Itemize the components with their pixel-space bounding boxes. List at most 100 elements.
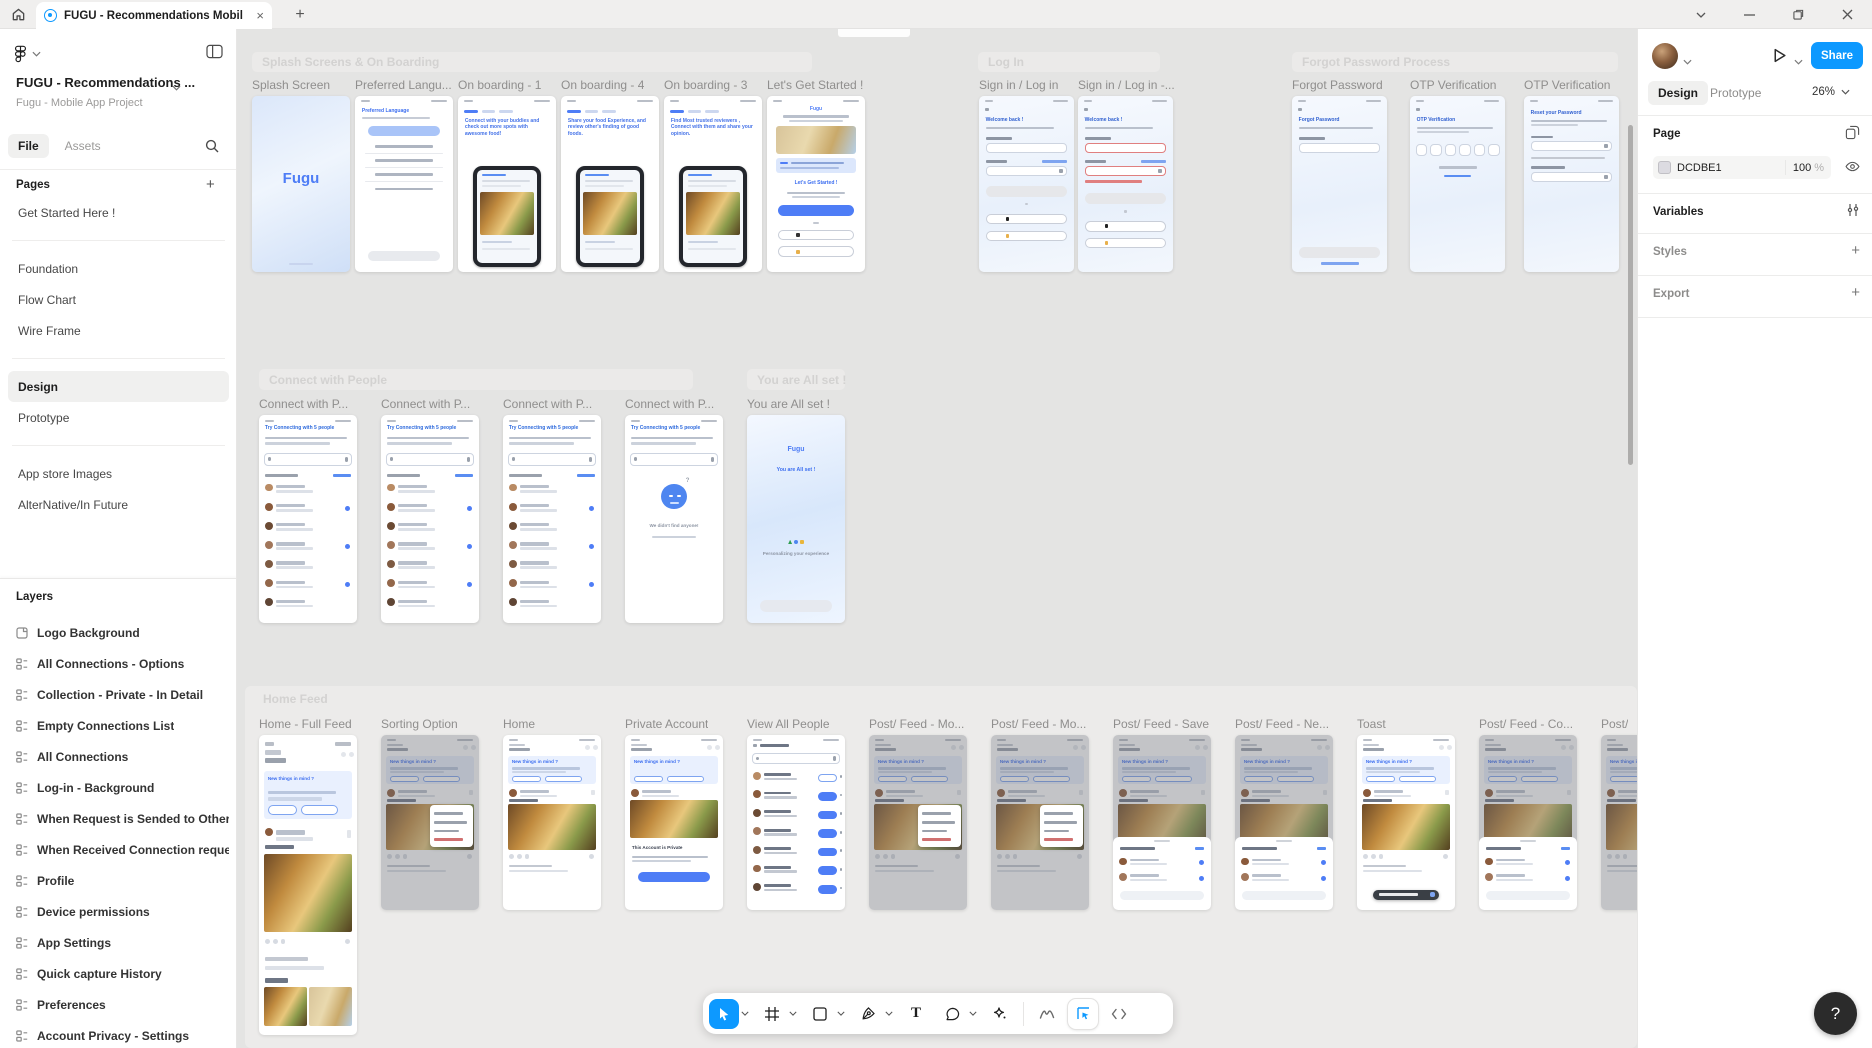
frame-label-you-are-all-set[interactable]: You are All set !: [747, 397, 830, 412]
frame-label-on-boarding-4[interactable]: On boarding - 4: [561, 78, 644, 93]
frame-label-connect-with-p[interactable]: Connect with P...: [259, 397, 348, 412]
canvas-frame-preferred-langu[interactable]: Preferred Language: [355, 96, 453, 272]
comment-tool[interactable]: [937, 999, 967, 1029]
frame-label-post-feed-co[interactable]: Post/ Feed - Co...: [1479, 717, 1573, 732]
page-item-prototype[interactable]: Prototype: [8, 402, 229, 433]
window-close-button[interactable]: [1827, 0, 1867, 29]
layer-item-empty-connections-list[interactable]: Empty Connections List: [8, 710, 237, 741]
pen-tool-chevron-icon[interactable]: [883, 999, 895, 1029]
page-opacity-field[interactable]: 100 %: [1785, 160, 1831, 175]
layer-item-log-in-background[interactable]: Log-in - Background: [8, 772, 237, 803]
canvas-frame-toast[interactable]: New things in mind ?: [1357, 735, 1455, 910]
page-color-swatch[interactable]: [1658, 161, 1671, 174]
frame-label-private-account[interactable]: Private Account: [625, 717, 708, 732]
figma-menu-button[interactable]: [14, 45, 41, 63]
new-tab-button[interactable]: +: [286, 0, 314, 29]
layer-item-all-connections[interactable]: All Connections: [8, 741, 237, 772]
canvas-frame-you-are-all-set[interactable]: FuguYou are All set !Personalizing your …: [747, 415, 845, 623]
section-connect-with-people[interactable]: Connect with People: [259, 369, 693, 390]
section-you-are-all-set[interactable]: You are All set !: [747, 369, 845, 390]
frame-label-on-boarding-1[interactable]: On boarding - 1: [458, 78, 541, 93]
avatar[interactable]: [1652, 43, 1678, 69]
canvas-frame-view-all-people[interactable]: [747, 735, 845, 910]
frame-label-sorting-option[interactable]: Sorting Option: [381, 717, 458, 732]
draw-tool[interactable]: [1032, 999, 1062, 1029]
project-name[interactable]: Fugu - Mobile App Project: [16, 97, 216, 109]
window-restore-button[interactable]: [1778, 0, 1818, 29]
shape-tool-chevron-icon[interactable]: [835, 999, 847, 1029]
frame-label-post-feed-save[interactable]: Post/ Feed - Save: [1113, 717, 1209, 732]
canvas-vertical-scrollbar[interactable]: [1628, 125, 1633, 465]
layer-item-quick-capture-history[interactable]: Quick capture History: [8, 958, 237, 989]
frame-label-let-s-get-started[interactable]: Let's Get Started !: [767, 78, 863, 93]
canvas-frame-otp-verification[interactable]: OTP Verification: [1410, 96, 1505, 272]
frame-label-home-full-feed[interactable]: Home - Full Feed: [259, 717, 352, 732]
add-page-button[interactable]: +: [206, 176, 215, 193]
page-item-alternative-in-future[interactable]: AlterNative/In Future: [8, 489, 229, 520]
frame-label-home[interactable]: Home: [503, 717, 535, 732]
frame-tool[interactable]: [757, 999, 787, 1029]
variables-icon[interactable]: [1846, 203, 1860, 222]
canvas-frame-post-feed-save[interactable]: New things in mind ?: [1113, 735, 1211, 910]
canvas-frame-otp-verification[interactable]: Reset your Password: [1524, 96, 1619, 272]
toggle-sidebar-button[interactable]: [206, 44, 223, 64]
canvas-frame-post-feed-ne[interactable]: New things in mind ?: [1235, 735, 1333, 910]
canvas-frame-let-s-get-started[interactable]: FuguLet's Get Started !: [767, 96, 865, 272]
tab-file[interactable]: File: [8, 134, 49, 158]
pen-tool[interactable]: [853, 999, 883, 1029]
search-button[interactable]: [205, 139, 219, 158]
canvas-frame-post-feed-mo[interactable]: New things in mind ?: [869, 735, 967, 910]
layer-item-logo-background[interactable]: Logo Background: [8, 617, 237, 648]
window-minimize-button[interactable]: [1729, 0, 1769, 29]
canvas-frame-forgot-password[interactable]: Forgot Password: [1292, 96, 1387, 272]
text-tool[interactable]: T: [901, 999, 931, 1029]
canvas-frame-connect-with-p[interactable]: Try Connecting with 5 people: [503, 415, 601, 623]
layer-item-collection-private-in-detail[interactable]: Collection - Private - In Detail: [8, 679, 237, 710]
add-style-button[interactable]: +: [1851, 242, 1860, 259]
canvas-frame-post-feed-co[interactable]: New things in mind ?: [1479, 735, 1577, 910]
section-log-in[interactable]: Log In: [978, 52, 1160, 72]
frame-label-post-feed-mo[interactable]: Post/ Feed - Mo...: [991, 717, 1086, 732]
account-chevron-icon[interactable]: [1683, 52, 1692, 70]
window-menu-chevron-icon[interactable]: [1681, 0, 1721, 29]
frame-label-post[interactable]: Post/: [1601, 717, 1628, 732]
section-forgot-password-process[interactable]: Forgot Password Process: [1292, 52, 1618, 72]
canvas-frame-connect-with-p[interactable]: Try Connecting with 5 people?We didn't f…: [625, 415, 723, 623]
layer-item-when-request-is-sended-to-other-pro[interactable]: When Request is Sended to Other Pro: [8, 803, 237, 834]
canvas-frame-connect-with-p[interactable]: Try Connecting with 5 people: [381, 415, 479, 623]
canvas-frame-splash-screen[interactable]: Fugu: [252, 96, 350, 272]
canvas-frame-on-boarding-3[interactable]: Find Most trusted reviewers , Connect wi…: [664, 96, 762, 272]
add-export-button[interactable]: +: [1851, 284, 1860, 301]
partial-frame-above[interactable]: [838, 29, 910, 37]
frame-label-post-feed-mo[interactable]: Post/ Feed - Mo...: [869, 717, 964, 732]
frame-label-otp-verification[interactable]: OTP Verification: [1410, 78, 1496, 93]
present-options-chevron-icon[interactable]: [1794, 52, 1803, 70]
page-item-flow-chart[interactable]: Flow Chart: [8, 284, 229, 315]
tab-close-icon[interactable]: ×: [256, 9, 264, 22]
comment-tool-chevron-icon[interactable]: [967, 999, 979, 1029]
file-name-title[interactable]: FUGU - Recommendations ...: [16, 75, 196, 90]
page-item-wire-frame[interactable]: Wire Frame: [8, 315, 229, 346]
section-splash-screens-on-boarding[interactable]: Splash Screens & On Boarding: [252, 52, 812, 72]
actions-tool[interactable]: [985, 999, 1015, 1029]
page-color-hex[interactable]: DCDBE1: [1677, 162, 1785, 174]
layer-item-when-received-connection-request[interactable]: When Received Connection request: [8, 834, 237, 865]
tab-prototype[interactable]: Prototype: [1700, 81, 1771, 105]
help-button[interactable]: ?: [1814, 992, 1857, 1035]
layer-item-account-privacy-settings[interactable]: Account Privacy - Settings: [8, 1020, 237, 1048]
layer-item-profile[interactable]: Profile: [8, 865, 237, 896]
file-tab[interactable]: FUGU - Recommendations Mobil ×: [36, 2, 272, 29]
page-item-foundation[interactable]: Foundation: [8, 253, 229, 284]
canvas-frame-sign-in-log-in[interactable]: Welcome back !: [1078, 96, 1173, 272]
share-button[interactable]: Share: [1811, 42, 1863, 69]
page-color-row[interactable]: DCDBE1 100 %: [1653, 156, 1831, 179]
frame-label-toast[interactable]: Toast: [1357, 717, 1386, 732]
layer-item-preferences[interactable]: Preferences: [8, 989, 237, 1020]
canvas-frame-sign-in-log-in[interactable]: Welcome back !: [979, 96, 1074, 272]
page-item-design[interactable]: Design: [8, 371, 229, 402]
canvas-frame-connect-with-p[interactable]: Try Connecting with 5 people: [259, 415, 357, 623]
design-mode-toggle[interactable]: [1068, 999, 1098, 1029]
move-tool[interactable]: [709, 999, 739, 1029]
canvas-frame-on-boarding-1[interactable]: Connect with your buddies and check out …: [458, 96, 556, 272]
design-canvas[interactable]: Home FeedSplash Screens & On BoardingLog…: [237, 29, 1637, 1048]
